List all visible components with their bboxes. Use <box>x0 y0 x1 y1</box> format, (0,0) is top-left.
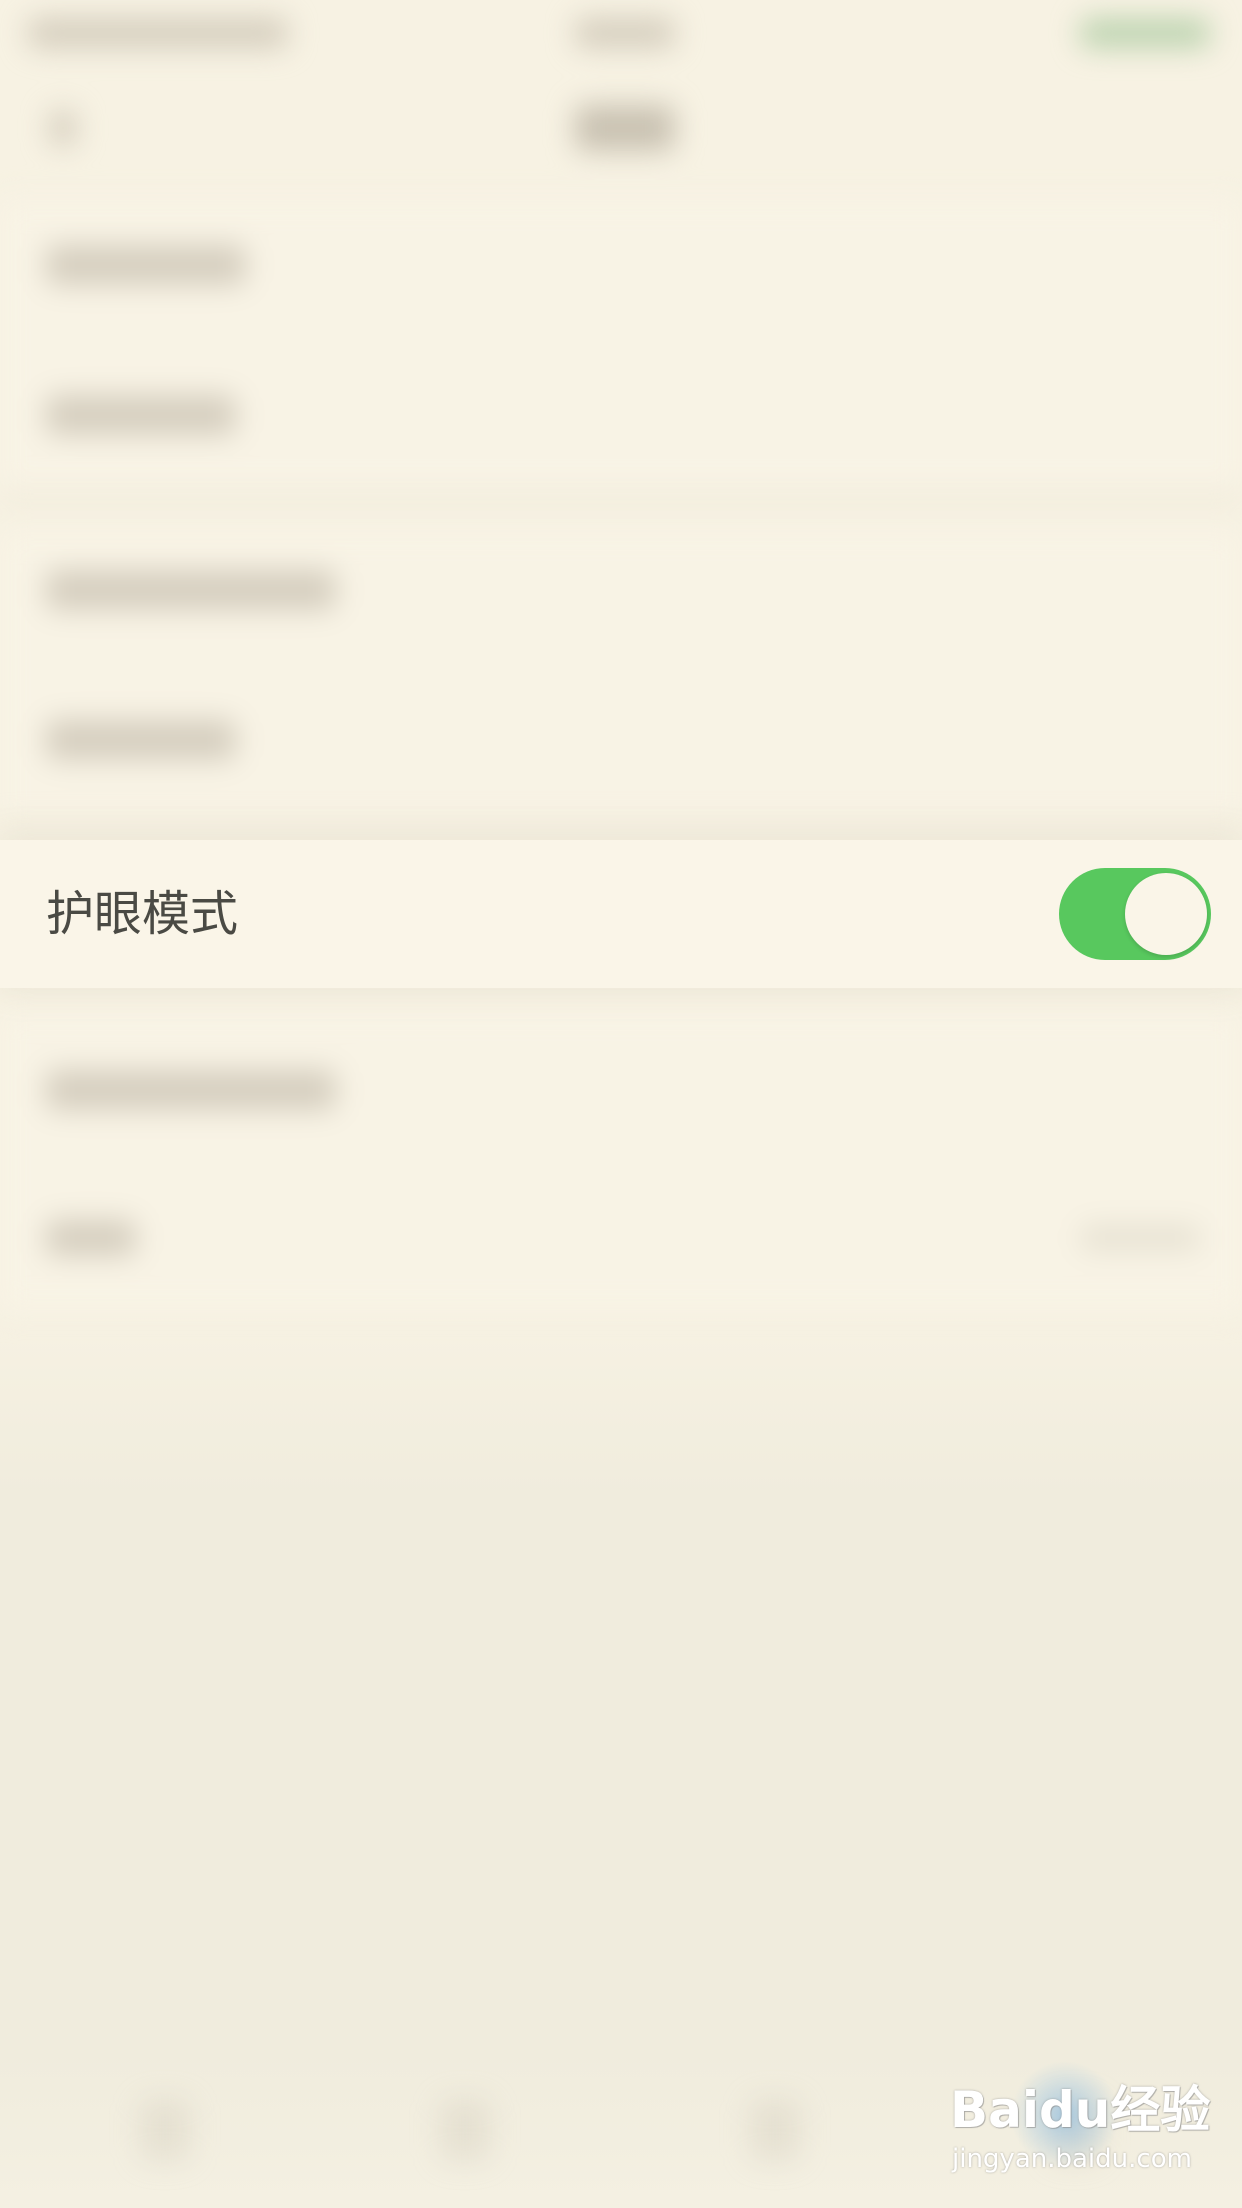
status-bar-center <box>575 18 675 48</box>
blurred-tab-3 <box>750 2100 800 2160</box>
watermark-logo: Baidu经验 <box>950 2081 1211 2139</box>
blurred-row-3 <box>46 570 336 610</box>
nav-title <box>575 105 675 151</box>
blurred-section-1 <box>0 200 1242 490</box>
blurred-separator-1 <box>0 495 1242 501</box>
eye-care-mode-label: 护眼模式 <box>46 886 239 942</box>
toggle-knob <box>1125 873 1207 955</box>
status-bar-right <box>1080 18 1210 48</box>
settings-screen: 护眼模式 Baidu经验 jingyan.baidu.com <box>0 0 1242 2208</box>
watermark: Baidu经验 jingyan.baidu.com <box>950 2060 1210 2190</box>
blurred-row-6-value <box>1080 1225 1200 1251</box>
nav-back <box>50 110 76 146</box>
blurred-row-2 <box>46 395 236 435</box>
blurred-tab-2 <box>440 2100 490 2160</box>
blurred-row-4 <box>46 720 236 760</box>
blurred-background <box>0 0 1242 2208</box>
blurred-separator-2 <box>0 820 1242 826</box>
status-bar-left <box>28 18 288 48</box>
blurred-row-5 <box>46 1070 336 1110</box>
blurred-tab-1 <box>140 2100 190 2160</box>
blurred-row-1 <box>46 245 246 285</box>
eye-care-mode-row: 护眼模式 <box>0 840 1242 988</box>
watermark-url: jingyan.baidu.com <box>952 2144 1192 2174</box>
eye-care-mode-toggle[interactable] <box>1059 868 1211 960</box>
blurred-row-6 <box>46 1220 136 1256</box>
blurred-section-3 <box>0 1010 1242 1310</box>
